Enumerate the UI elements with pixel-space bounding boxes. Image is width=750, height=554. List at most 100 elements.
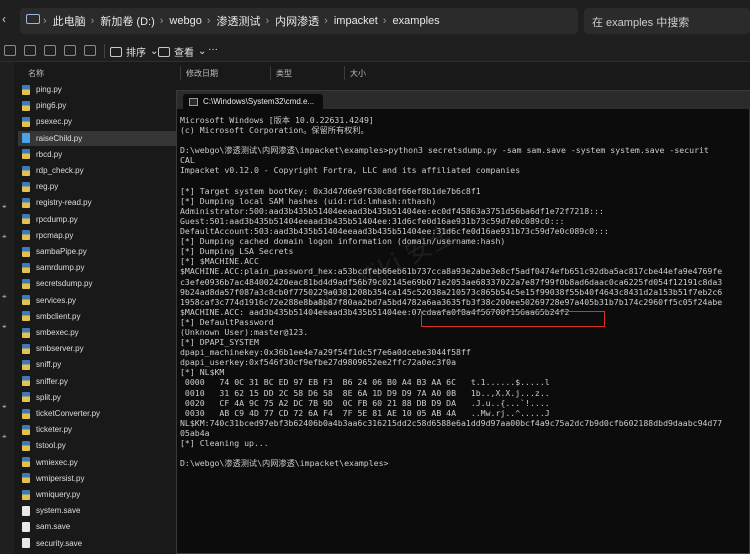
file-row[interactable]: registry-read.py xyxy=(18,195,178,210)
view-button[interactable]: 查看 ⌄ xyxy=(158,44,206,59)
chevron-right-icon[interactable]: › xyxy=(43,15,47,27)
file-row[interactable]: smbexec.py xyxy=(18,325,178,340)
column-size[interactable]: 大小 xyxy=(350,68,366,79)
file-icon xyxy=(22,505,30,516)
pin-icon[interactable]: ⌖ xyxy=(2,432,11,441)
search-placeholder: 在 examples 中搜索 xyxy=(592,17,690,29)
address-bar-row: ‹ › 此电脑 › 新加卷 (D:) › webgo › 渗透测试 › 内网渗透 › impacket… xyxy=(0,0,750,40)
file-row[interactable]: services.py xyxy=(18,293,178,308)
pin-icon[interactable]: ⌖ xyxy=(2,322,11,331)
file-row[interactable]: rpcdump.py xyxy=(18,212,178,227)
terminal-line: [*] Dumping cached domain logon informat… xyxy=(180,236,506,247)
file-row[interactable]: ticketConverter.py xyxy=(18,406,178,421)
file-row[interactable]: rbcd.py xyxy=(18,147,178,162)
file-name: raiseChild.py xyxy=(36,133,83,143)
chevron-right-icon[interactable]: › xyxy=(207,15,211,27)
file-name: smbexec.py xyxy=(36,328,79,337)
column-divider[interactable] xyxy=(180,66,181,80)
new-icon[interactable] xyxy=(4,45,16,56)
terminal-output[interactable]: Microsoft Windows [版本 10.0.22631.4249] (c… xyxy=(180,115,750,551)
pin-icon[interactable]: ⌖ xyxy=(2,202,11,211)
file-row[interactable]: wmiquery.py xyxy=(18,487,178,502)
more-button[interactable]: ··· xyxy=(208,44,218,55)
paste-icon[interactable] xyxy=(64,45,76,56)
file-row[interactable]: smbclient.py xyxy=(18,309,178,324)
file-row[interactable]: system.save xyxy=(18,503,178,518)
file-row[interactable]: security.save xyxy=(18,536,178,551)
cmd-window[interactable]: C:\Windows\System32\cmd.e... Microsoft W… xyxy=(176,90,750,554)
copy-icon[interactable] xyxy=(44,45,56,56)
sort-icon xyxy=(110,46,122,57)
cut-icon[interactable] xyxy=(24,45,36,56)
file-name: registry-read.py xyxy=(36,198,92,208)
file-row[interactable]: ticketer.py xyxy=(18,422,178,437)
delete-icon[interactable] xyxy=(84,45,96,56)
python-file-icon xyxy=(22,311,30,322)
file-name: sambaPipe.py xyxy=(36,247,87,256)
file-row[interactable]: reg.py xyxy=(18,179,178,194)
cmd-tab-title: C:\Windows\System32\cmd.e... xyxy=(203,97,315,106)
pin-icon[interactable]: ⌖ xyxy=(2,402,11,411)
file-row[interactable]: wmipersist.py xyxy=(18,471,178,486)
python-file-icon xyxy=(22,392,30,403)
file-row[interactable]: tstool.py xyxy=(18,438,178,453)
back-icon[interactable]: ‹ xyxy=(2,12,6,26)
cmd-tab[interactable]: C:\Windows\System32\cmd.e... xyxy=(183,94,323,109)
python-file-icon xyxy=(22,424,30,435)
python-file-icon xyxy=(22,440,30,451)
python-file-icon xyxy=(22,84,30,95)
file-row[interactable]: sniff.py xyxy=(18,357,178,372)
pin-icon[interactable]: ⌖ xyxy=(2,232,11,241)
file-name: smbclient.py xyxy=(36,311,81,321)
file-row[interactable]: sniffer.py xyxy=(18,374,178,389)
file-row[interactable]: sam.save xyxy=(18,519,178,534)
file-row[interactable]: rdp_check.py xyxy=(18,163,178,178)
column-modified[interactable]: 修改日期 xyxy=(186,68,218,79)
chevron-right-icon[interactable]: › xyxy=(91,15,95,27)
file-row[interactable]: ping.py xyxy=(18,82,178,97)
python-file-icon xyxy=(22,181,30,192)
breadcrumb-item[interactable]: 此电脑 xyxy=(53,13,86,29)
file-row[interactable]: sambaPipe.py xyxy=(18,244,178,259)
file-row[interactable]: split.py xyxy=(18,390,178,405)
breadcrumb-item[interactable]: impacket xyxy=(334,15,378,27)
file-row[interactable]: ping6.py xyxy=(18,98,178,113)
file-name: sniffer.py xyxy=(36,376,68,386)
file-row[interactable]: samrdump.py xyxy=(18,260,178,275)
file-row[interactable]: raiseChild.py xyxy=(18,130,178,146)
terminal-line: [*] NL$KM xyxy=(180,367,225,378)
column-divider[interactable] xyxy=(344,66,345,80)
file-name: secretsdump.py xyxy=(36,279,93,289)
breadcrumb-item[interactable]: webgo xyxy=(169,15,201,27)
address-bar[interactable]: › 此电脑 › 新加卷 (D:) › webgo › 渗透测试 › 内网渗透 › impacket › e… xyxy=(20,8,578,34)
sort-button[interactable]: 排序 ⌄ xyxy=(110,44,158,59)
file-row[interactable]: secretsdump.py xyxy=(18,276,178,291)
column-type[interactable]: 类型 xyxy=(276,68,292,79)
python-file-icon xyxy=(22,457,30,468)
file-row[interactable]: psexec.py xyxy=(18,114,178,129)
column-divider[interactable] xyxy=(270,66,271,80)
file-name: rpcdump.py xyxy=(36,214,78,224)
chevron-right-icon[interactable]: › xyxy=(160,15,164,27)
terminal-line: 0020 CF 4A 9C 75 A2 DC 7B 9D 0C FB 60 21… xyxy=(180,397,550,408)
file-name: tstool.py xyxy=(36,441,66,451)
cmd-title-bar[interactable]: C:\Windows\System32\cmd.e... xyxy=(177,91,750,109)
chevron-right-icon[interactable]: › xyxy=(324,15,328,27)
file-row[interactable]: smbserver.py xyxy=(18,341,178,356)
file-row[interactable]: rpcmap.py xyxy=(18,228,178,243)
chevron-right-icon[interactable]: › xyxy=(266,15,270,27)
breadcrumb-item[interactable]: 渗透测试 xyxy=(217,13,261,29)
breadcrumb-item[interactable]: 新加卷 (D:) xyxy=(100,13,154,29)
breadcrumb-item[interactable]: examples xyxy=(393,15,440,27)
file-row[interactable]: wmiexec.py xyxy=(18,455,178,470)
pin-icon[interactable]: ⌖ xyxy=(2,292,11,301)
search-input[interactable]: 在 examples 中搜索 xyxy=(584,8,750,34)
file-name: rpcmap.py xyxy=(36,230,74,240)
chevron-right-icon[interactable]: › xyxy=(383,15,387,27)
breadcrumb-item[interactable]: 内网渗透 xyxy=(275,13,319,29)
column-name[interactable]: 名称 xyxy=(28,68,44,79)
terminal-line: dpapi_machinekey:0x36b1ee4e7a29f54f1dc5f… xyxy=(180,347,471,358)
python-file-icon xyxy=(22,359,30,370)
